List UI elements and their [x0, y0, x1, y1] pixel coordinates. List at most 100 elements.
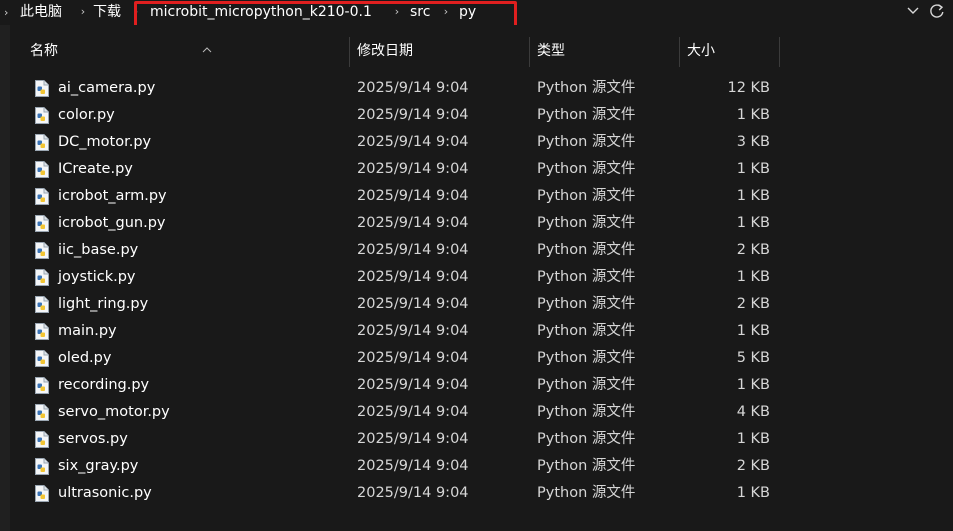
- file-row[interactable]: iic_base.py 2025/9/14 9:04 Python 源文件 2 KB: [22, 237, 782, 264]
- file-modified-date: 2025/9/14 9:04: [357, 188, 469, 204]
- file-row[interactable]: recording.py 2025/9/14 9:04 Python 源文件 1 KB: [22, 372, 782, 399]
- python-file-icon: [35, 458, 49, 475]
- file-name: light_ring.py: [58, 296, 149, 312]
- file-modified-date: 2025/9/14 9:04: [357, 485, 469, 501]
- file-modified-date: 2025/9/14 9:04: [357, 107, 469, 123]
- file-size: 1 KB: [736, 323, 770, 339]
- column-header-name[interactable]: 名称: [22, 37, 349, 67]
- breadcrumb-this-pc[interactable]: 此电脑: [20, 2, 62, 22]
- column-header-type[interactable]: 类型: [529, 37, 679, 67]
- file-type: Python 源文件: [537, 161, 636, 177]
- file-type: Python 源文件: [537, 404, 636, 420]
- file-size: 1 KB: [736, 161, 770, 177]
- file-row[interactable]: joystick.py 2025/9/14 9:04 Python 源文件 1 KB: [22, 264, 782, 291]
- file-type: Python 源文件: [537, 377, 636, 393]
- python-file-icon: [35, 80, 49, 97]
- python-file-icon: [35, 134, 49, 151]
- file-modified-date: 2025/9/14 9:04: [357, 458, 469, 474]
- address-bar[interactable]: › 此电脑 › 下载 › microbit_micropython_k210-0…: [0, 0, 953, 32]
- file-row[interactable]: main.py 2025/9/14 9:04 Python 源文件 1 KB: [22, 318, 782, 345]
- breadcrumb-py[interactable]: py: [459, 2, 476, 22]
- file-type: Python 源文件: [537, 296, 636, 312]
- file-row[interactable]: servo_motor.py 2025/9/14 9:04 Python 源文件 4 …: [22, 399, 782, 426]
- column-header-date[interactable]: 修改日期: [349, 37, 529, 67]
- file-row[interactable]: icrobot_gun.py 2025/9/14 9:04 Python 源文件 1 …: [22, 210, 782, 237]
- file-name: ai_camera.py: [58, 80, 156, 96]
- file-type: Python 源文件: [537, 215, 636, 231]
- file-size: 1 KB: [736, 485, 770, 501]
- column-header-size[interactable]: 大小: [679, 37, 779, 67]
- breadcrumb-separator-icon[interactable]: ›: [78, 2, 88, 22]
- file-name: joystick.py: [58, 269, 136, 285]
- python-file-icon: [35, 323, 49, 340]
- file-row[interactable]: six_gray.py 2025/9/14 9:04 Python 源文件 2 KB: [22, 453, 782, 480]
- file-name: six_gray.py: [58, 458, 139, 474]
- breadcrumb-downloads[interactable]: 下载: [93, 2, 121, 22]
- chevron-down-icon[interactable]: [905, 3, 921, 21]
- file-list-pane[interactable]: 名称 修改日期 类型 大小 ai_camera.py 2025/9/14 9:04…: [0, 25, 953, 531]
- file-modified-date: 2025/9/14 9:04: [357, 215, 469, 231]
- file-row[interactable]: DC_motor.py 2025/9/14 9:04 Python 源文件 3 KB: [22, 129, 782, 156]
- file-size: 2 KB: [736, 296, 770, 312]
- file-size: 2 KB: [736, 242, 770, 258]
- python-file-icon: [35, 431, 49, 448]
- file-type: Python 源文件: [537, 107, 636, 123]
- navigation-pane-edge: [0, 25, 10, 531]
- file-modified-date: 2025/9/14 9:04: [357, 161, 469, 177]
- file-modified-date: 2025/9/14 9:04: [357, 404, 469, 420]
- file-row[interactable]: icrobot_arm.py 2025/9/14 9:04 Python 源文件 1 …: [22, 183, 782, 210]
- refresh-icon[interactable]: [929, 3, 945, 21]
- file-modified-date: 2025/9/14 9:04: [357, 134, 469, 150]
- file-size: 12 KB: [727, 80, 770, 96]
- file-size: 3 KB: [736, 134, 770, 150]
- file-name: main.py: [58, 323, 117, 339]
- file-modified-date: 2025/9/14 9:04: [357, 242, 469, 258]
- column-divider[interactable]: [779, 37, 780, 67]
- python-file-icon: [35, 161, 49, 178]
- python-file-icon: [35, 350, 49, 367]
- file-modified-date: 2025/9/14 9:04: [357, 296, 469, 312]
- file-row[interactable]: servos.py 2025/9/14 9:04 Python 源文件 1 KB: [22, 426, 782, 453]
- breadcrumb-separator-icon[interactable]: ›: [441, 2, 451, 22]
- file-row[interactable]: ultrasonic.py 2025/9/14 9:04 Python 源文件 1 K…: [22, 480, 782, 507]
- python-file-icon: [35, 404, 49, 421]
- breadcrumb-src[interactable]: src: [410, 2, 430, 22]
- breadcrumb-separator-icon[interactable]: ›: [392, 2, 402, 22]
- file-name: ultrasonic.py: [58, 485, 152, 501]
- file-type: Python 源文件: [537, 350, 636, 366]
- breadcrumb-project-folder[interactable]: microbit_micropython_k210-0.1: [150, 2, 372, 22]
- file-row[interactable]: ai_camera.py 2025/9/14 9:04 Python 源文件 12 K…: [22, 75, 782, 102]
- file-modified-date: 2025/9/14 9:04: [357, 377, 469, 393]
- file-type: Python 源文件: [537, 242, 636, 258]
- python-file-icon: [35, 269, 49, 286]
- file-name: servo_motor.py: [58, 404, 170, 420]
- file-name: color.py: [58, 107, 115, 123]
- file-type: Python 源文件: [537, 134, 636, 150]
- file-type: Python 源文件: [537, 269, 636, 285]
- file-size: 4 KB: [736, 404, 770, 420]
- file-size: 1 KB: [736, 215, 770, 231]
- python-file-icon: [35, 296, 49, 313]
- file-row[interactable]: oled.py 2025/9/14 9:04 Python 源文件 5 KB: [22, 345, 782, 372]
- file-name: DC_motor.py: [58, 134, 152, 150]
- python-file-icon: [35, 188, 49, 205]
- file-row[interactable]: light_ring.py 2025/9/14 9:04 Python 源文件 2 K…: [22, 291, 782, 318]
- file-name: iic_base.py: [58, 242, 139, 258]
- python-file-icon: [35, 215, 49, 232]
- file-size: 2 KB: [736, 458, 770, 474]
- file-row[interactable]: color.py 2025/9/14 9:04 Python 源文件 1 KB: [22, 102, 782, 129]
- file-row[interactable]: ICreate.py 2025/9/14 9:04 Python 源文件 1 KB: [22, 156, 782, 183]
- file-size: 1 KB: [736, 269, 770, 285]
- file-type: Python 源文件: [537, 485, 636, 501]
- file-modified-date: 2025/9/14 9:04: [357, 350, 469, 366]
- python-file-icon: [35, 107, 49, 124]
- file-size: 1 KB: [736, 431, 770, 447]
- file-type: Python 源文件: [537, 80, 636, 96]
- file-name: icrobot_arm.py: [58, 188, 167, 204]
- file-name: ICreate.py: [58, 161, 133, 177]
- file-type: Python 源文件: [537, 458, 636, 474]
- python-file-icon: [35, 242, 49, 259]
- file-modified-date: 2025/9/14 9:04: [357, 323, 469, 339]
- breadcrumb-separator-icon[interactable]: ›: [131, 2, 141, 22]
- python-file-icon: [35, 485, 49, 502]
